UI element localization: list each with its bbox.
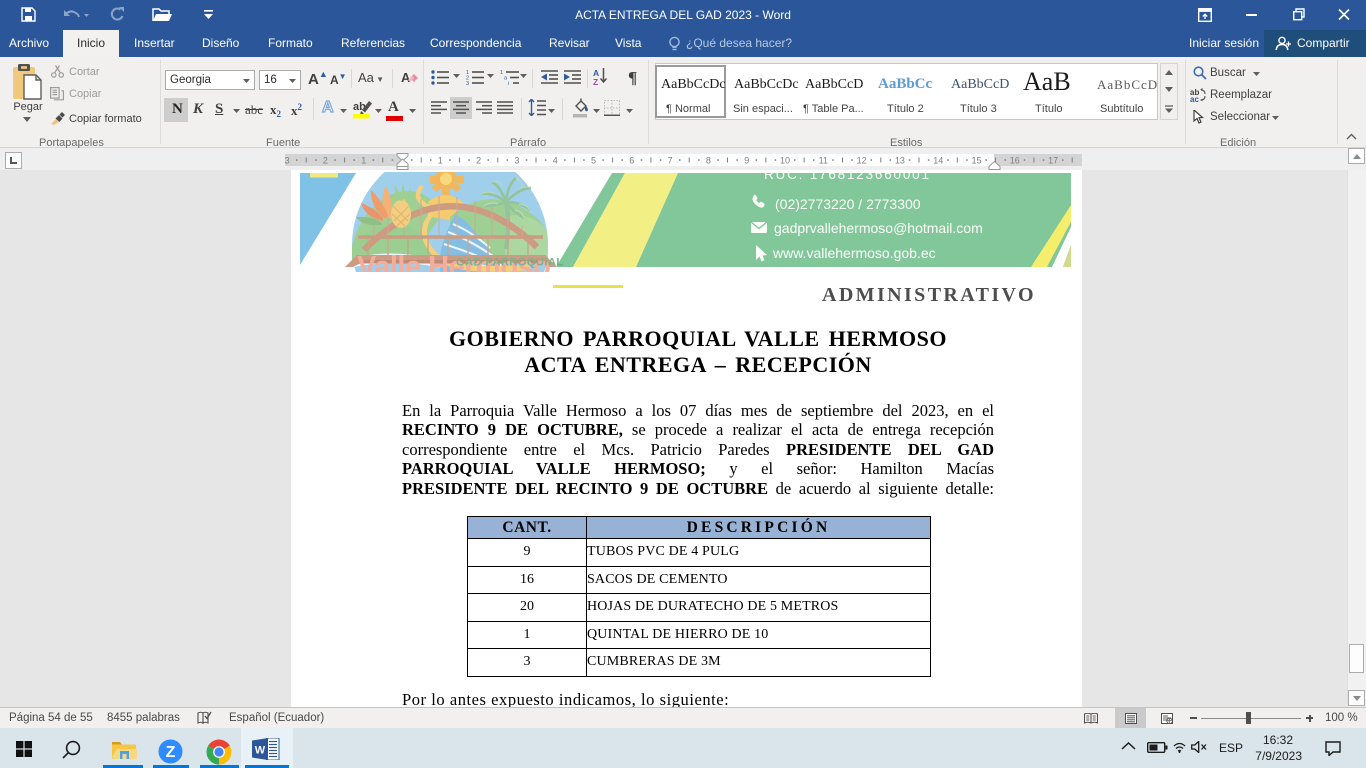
svg-text:1: 1	[500, 70, 503, 76]
svg-text:14: 14	[933, 156, 943, 166]
svg-text:www.vallehermoso.gob.ec: www.vallehermoso.gob.ec	[772, 245, 936, 261]
svg-text:RUC: 1768123660001: RUC: 1768123660001	[764, 172, 931, 182]
svg-text:gadprvallehermoso@hotmail.com: gadprvallehermoso@hotmail.com	[774, 220, 983, 236]
svg-text:7: 7	[668, 156, 673, 166]
svg-text:(02)2773220 / 2773300: (02)2773220 / 2773300	[775, 196, 921, 212]
svg-text:9: 9	[744, 156, 749, 166]
svg-text:2: 2	[323, 156, 328, 166]
svg-text:ac: ac	[1190, 95, 1199, 102]
svg-text:GAD PARROQUIAL: GAD PARROQUIAL	[456, 257, 564, 269]
svg-text:12: 12	[857, 156, 867, 166]
svg-text:1: 1	[438, 156, 443, 166]
svg-text:16: 16	[1010, 156, 1020, 166]
svg-text:13: 13	[895, 156, 905, 166]
svg-text:2: 2	[476, 156, 481, 166]
svg-text:3: 3	[285, 156, 290, 166]
svg-text:3: 3	[514, 156, 519, 166]
svg-text:3: 3	[466, 81, 469, 85]
svg-text:i: i	[508, 81, 509, 85]
svg-text:Z: Z	[593, 77, 598, 85]
svg-text:6: 6	[629, 156, 634, 166]
svg-text:W: W	[255, 745, 266, 757]
svg-text:4: 4	[553, 156, 558, 166]
svg-text:5: 5	[591, 156, 596, 166]
svg-text:Z: Z	[166, 744, 176, 761]
svg-text:10: 10	[780, 156, 790, 166]
svg-text:11: 11	[819, 156, 828, 166]
svg-text:1: 1	[361, 156, 366, 166]
svg-text:8: 8	[706, 156, 711, 166]
svg-text:A: A	[401, 70, 411, 85]
svg-text:17: 17	[1048, 156, 1058, 166]
svg-text:15: 15	[971, 156, 981, 166]
